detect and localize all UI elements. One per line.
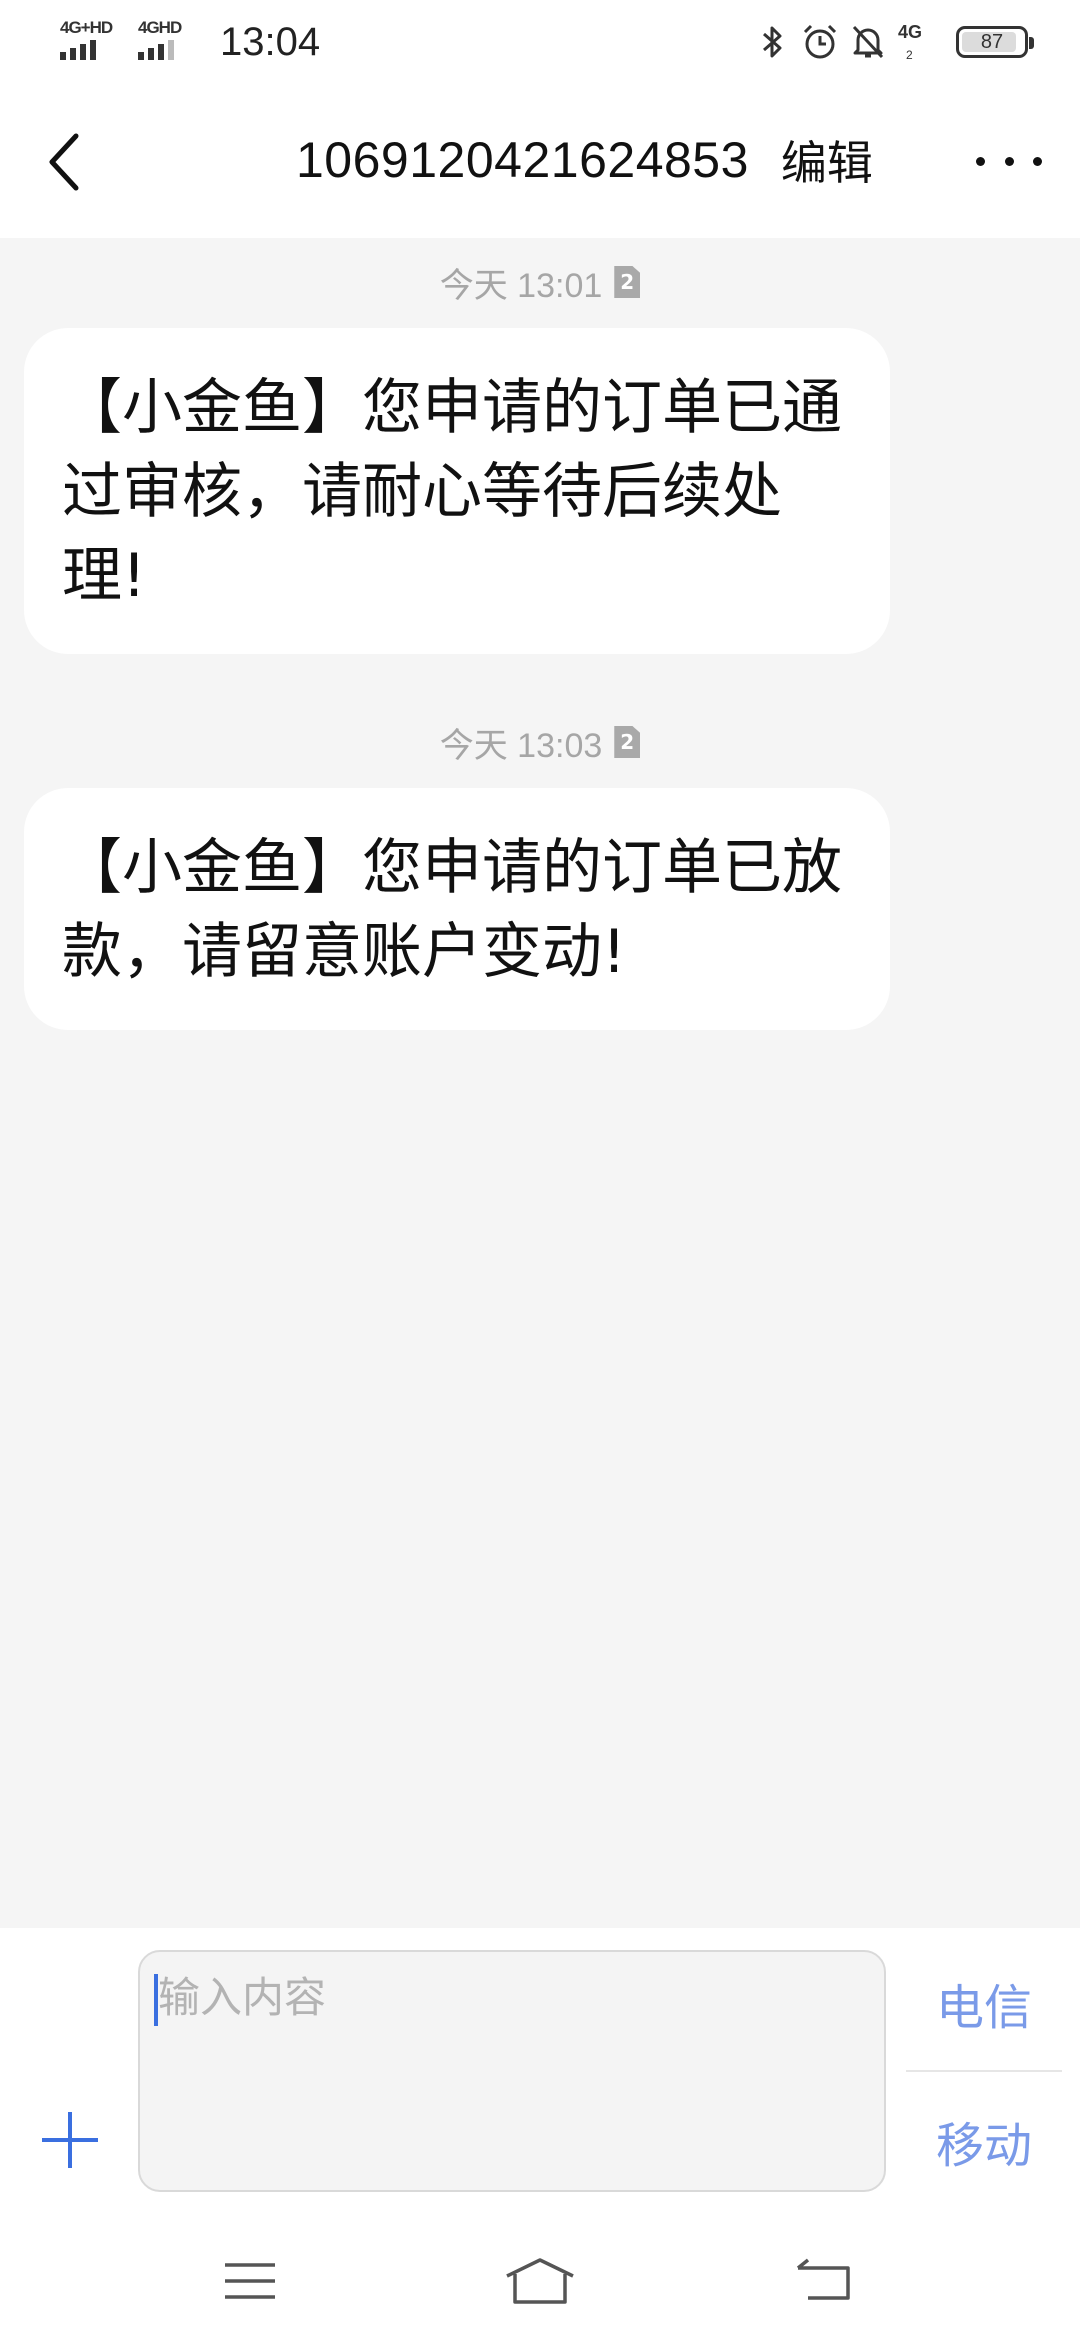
conversation-header: 1069120421624853 编辑 (0, 84, 1080, 238)
status-left: 4G+HD 4GHD 13:04 (58, 18, 320, 66)
network-type-2: 4GHD (138, 18, 182, 37)
battery-level: 87 (980, 30, 1004, 53)
network-type-1: 4G+HD (60, 18, 113, 37)
home-button[interactable] (480, 2246, 600, 2316)
more-options-button[interactable] (976, 128, 1042, 194)
status-right: 4G 2 87 (744, 20, 1034, 64)
status-time: 13:04 (220, 19, 321, 64)
network-4g-icon: 4G 2 (896, 20, 940, 64)
sim-card-icon: 2 (614, 266, 641, 298)
message-input[interactable]: 输入内容 (138, 1950, 886, 2192)
more-dots-icon (976, 156, 985, 166)
bluetooth-icon (752, 20, 792, 64)
network-small-label: 4G (898, 22, 923, 42)
send-via-sim2-button[interactable]: 移动 (906, 2076, 1062, 2206)
signal-icon: 4G+HD (58, 18, 126, 66)
sim-card-icon: 2 (614, 726, 641, 758)
more-dots-icon (1033, 156, 1042, 166)
menu-button[interactable] (190, 2246, 310, 2316)
send-via-sim1-button[interactable]: 电信 (906, 1938, 1062, 2068)
alarm-icon (800, 20, 840, 64)
page-title: 1069120421624853 (296, 132, 749, 188)
message-timestamp: 今天 13:03 2 (0, 718, 1080, 766)
mute-icon (848, 20, 888, 64)
message-bubble[interactable]: 【小金鱼】您申请的订单已通过审核，请耐心等待后续处理! (24, 328, 890, 654)
back-button[interactable] (44, 120, 104, 204)
chevron-left-icon (49, 133, 79, 191)
edit-button[interactable]: 编辑 (781, 127, 873, 193)
message-input-placeholder: 输入内容 (158, 1973, 327, 2022)
network-small-sub: 2 (906, 48, 913, 62)
divider (906, 2070, 1062, 2072)
signal-icon: 4GHD (136, 18, 204, 66)
status-bar: 4G+HD 4GHD 13:04 4G 2 87 (0, 0, 1080, 84)
message-bubble[interactable]: 【小金鱼】您申请的订单已放款，请留意账户变动! (24, 788, 890, 1030)
home-icon (506, 2258, 574, 2304)
sms-conversation-screen: 4G+HD 4GHD 13:04 4G 2 87 106912042162485… (0, 0, 1080, 2340)
more-dots-icon (1004, 156, 1014, 166)
header-title-group: 1069120421624853 编辑 (296, 130, 873, 190)
composer: 输入内容 电信 移动 (0, 1928, 1080, 2224)
menu-icon (225, 2263, 275, 2299)
plus-icon[interactable] (42, 2112, 98, 2168)
back-nav-icon (796, 2258, 850, 2300)
message-list[interactable]: 今天 13:01 2 【小金鱼】您申请的订单已通过审核，请耐心等待后续处理! 今… (0, 238, 1080, 1928)
battery-icon: 87 (956, 26, 1034, 58)
message-timestamp: 今天 13:01 2 (0, 258, 1080, 306)
back-nav-button[interactable] (764, 2246, 884, 2316)
system-nav-bar (0, 2224, 1080, 2340)
